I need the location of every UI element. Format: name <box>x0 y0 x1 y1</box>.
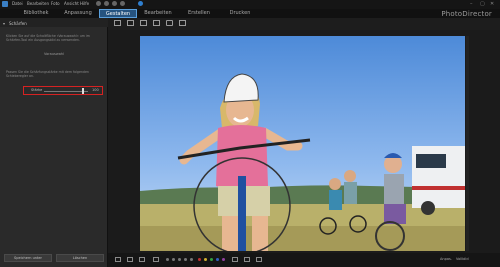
rating-dot-3[interactable] <box>178 258 181 261</box>
rating-dot-1[interactable] <box>166 258 169 261</box>
panel-description: Klicken Sie auf die Schaltfläche »Voraus… <box>6 34 90 42</box>
photo-canvas[interactable] <box>140 36 465 251</box>
color-label-red[interactable] <box>198 258 201 261</box>
minimize-button[interactable]: – <box>470 1 473 7</box>
strength-label: Stärke <box>31 88 43 92</box>
undo-icon[interactable] <box>96 1 101 6</box>
zoom-icon[interactable] <box>127 257 133 262</box>
panel-title: Schärfen <box>9 21 27 26</box>
thumbnail-icon[interactable] <box>114 20 121 26</box>
video-icon[interactable] <box>179 20 186 26</box>
menu-help[interactable]: Hilfe <box>80 1 89 6</box>
rotate-left-icon[interactable] <box>232 257 238 262</box>
brand-logo: PhotoDirector <box>441 10 492 18</box>
delete-icon[interactable] <box>256 257 262 262</box>
tab-gestalten[interactable]: Gestalten <box>99 9 137 18</box>
camera-icon[interactable] <box>112 1 117 6</box>
strength-value: 100 <box>92 88 99 92</box>
zoom-label: Anpas. <box>440 257 452 261</box>
menu-edit[interactable]: Bearbeiten <box>27 1 49 6</box>
tab-erstellen[interactable]: Erstellen <box>179 9 219 18</box>
clear-button[interactable]: Löschen <box>56 254 104 262</box>
preset-button[interactable]: Vorauswahl <box>0 52 108 56</box>
rotate-right-icon[interactable] <box>244 257 250 262</box>
panel-collapse-icon[interactable]: ▾ <box>3 21 5 26</box>
color-label-purple[interactable] <box>222 258 225 261</box>
split-icon[interactable] <box>140 20 147 26</box>
view-mode-icon[interactable] <box>115 257 121 262</box>
compare-icon[interactable] <box>127 20 134 26</box>
canvas-scrollbar[interactable] <box>466 36 469 251</box>
menu-view[interactable]: Ansicht <box>64 1 79 6</box>
brush-icon[interactable] <box>153 257 159 262</box>
strength-slider-handle[interactable] <box>82 88 84 94</box>
slider-hint: Passen Sie die Schärfungsstärke mit dem … <box>6 70 89 78</box>
close-button[interactable]: ✕ <box>490 1 494 7</box>
redo-icon[interactable] <box>104 1 109 6</box>
maximize-button[interactable]: ▢ <box>480 1 485 7</box>
zoom-select[interactable]: Vollbild <box>456 257 469 261</box>
tab-bearbeiten[interactable]: Bearbeiten <box>138 9 178 18</box>
rating-dot-4[interactable] <box>184 258 187 261</box>
tab-anpassung[interactable]: Anpassung <box>58 9 98 18</box>
rating-dot-5[interactable] <box>190 258 193 261</box>
tab-bibliothek[interactable]: Bibliothek <box>16 9 56 18</box>
color-label-green[interactable] <box>210 258 213 261</box>
color-label-yellow[interactable] <box>204 258 207 261</box>
color-label-blue[interactable] <box>216 258 219 261</box>
rating-dot-2[interactable] <box>172 258 175 261</box>
crop-icon[interactable] <box>139 257 145 262</box>
app-logo-icon <box>2 1 8 7</box>
menu-file[interactable]: Datei <box>12 1 23 6</box>
photo-icon[interactable] <box>166 20 173 26</box>
grid-icon[interactable] <box>153 20 160 26</box>
menu-photo[interactable]: Foto <box>51 1 60 6</box>
save-as-button[interactable]: Speichern unter <box>4 254 52 262</box>
tab-drucken[interactable]: Drucken <box>220 9 260 18</box>
share-icon[interactable] <box>120 1 125 6</box>
help-icon[interactable] <box>138 1 143 6</box>
